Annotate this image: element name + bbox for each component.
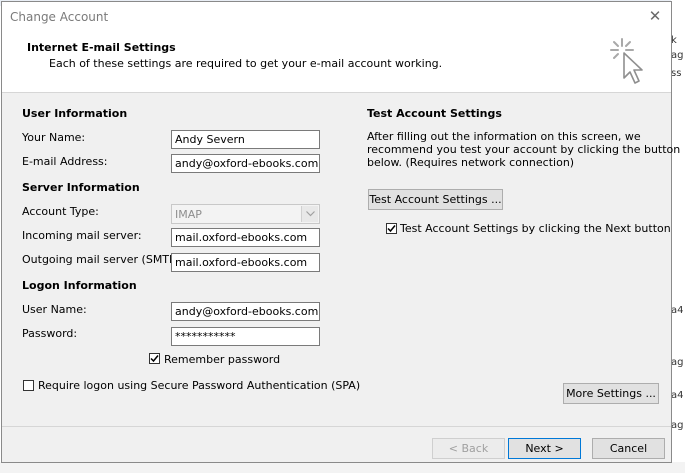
change-account-dialog: Change Account ✕ Internet E-mail Setting… [1,1,680,463]
auto-test-checkbox[interactable] [386,223,397,234]
outgoing-server-field[interactable]: mail.oxford-ebooks.com [171,253,320,272]
username-label: User Name: [22,303,87,316]
email-label: E-mail Address: [22,155,108,168]
logon-info-heading: Logon Information [22,279,137,292]
background-text: k [671,35,677,46]
footer-divider [2,426,671,427]
spa-label: Require logon using Secure Password Auth… [38,379,361,392]
user-info-heading: User Information [22,107,128,120]
account-type-value: IMAP [175,208,202,221]
header-subtitle: Each of these settings are required to g… [49,57,443,70]
close-icon[interactable]: ✕ [647,8,663,24]
header-title: Internet E-mail Settings [27,41,176,54]
chevron-down-icon [301,206,318,222]
wizard-cursor-icon [610,38,643,84]
background-text: ag [671,420,684,431]
username-field[interactable]: andy@oxford-ebooks.com [171,302,320,321]
test-settings-heading: Test Account Settings [367,107,502,120]
dialog-title: Change Account [10,10,109,24]
next-button[interactable]: Next > [508,438,581,459]
background-text: ss [671,68,682,79]
your-name-label: Your Name: [22,131,86,144]
your-name-field[interactable]: Andy Severn [171,130,320,149]
incoming-server-label: Incoming mail server: [22,229,142,242]
test-account-settings-button[interactable]: Test Account Settings ... [368,189,503,210]
remember-password-label: Remember password [164,353,281,366]
background-text: a4 [671,390,684,401]
incoming-server-field[interactable]: mail.oxford-ebooks.com [171,228,320,247]
background-text: ag [671,50,684,61]
remember-password-checkbox[interactable] [149,353,160,364]
background-app-bottom [0,462,685,473]
title-bar: Change Account ✕ [2,2,671,34]
more-settings-button[interactable]: More Settings ... [563,383,659,404]
check-icon [387,225,396,233]
background-app-right: k ag ss a4 ag a4 ag [671,0,685,473]
account-type-label: Account Type: [22,205,99,218]
cancel-button[interactable]: Cancel [592,438,665,459]
password-label: Password: [22,327,78,340]
auto-test-label: Test Account Settings by clicking the Ne… [400,222,671,235]
test-description-line: below. (Requires network connection) [367,156,575,169]
email-field[interactable]: andy@oxford-ebooks.com [171,154,320,173]
test-description-line: recommend you test your account by click… [367,143,681,156]
outgoing-server-label: Outgoing mail server (SMTP): [22,253,184,266]
check-icon [150,355,159,363]
background-text: ag [671,357,684,368]
account-type-select[interactable]: IMAP [171,204,320,224]
spa-checkbox[interactable] [23,380,34,391]
password-field[interactable]: *********** [171,327,320,346]
background-text: a4 [671,305,684,316]
server-info-heading: Server Information [22,181,140,194]
back-button[interactable]: < Back [432,438,505,459]
wizard-header: Internet E-mail Settings Each of these s… [2,34,671,93]
test-description-line: After filling out the information on thi… [367,130,641,143]
